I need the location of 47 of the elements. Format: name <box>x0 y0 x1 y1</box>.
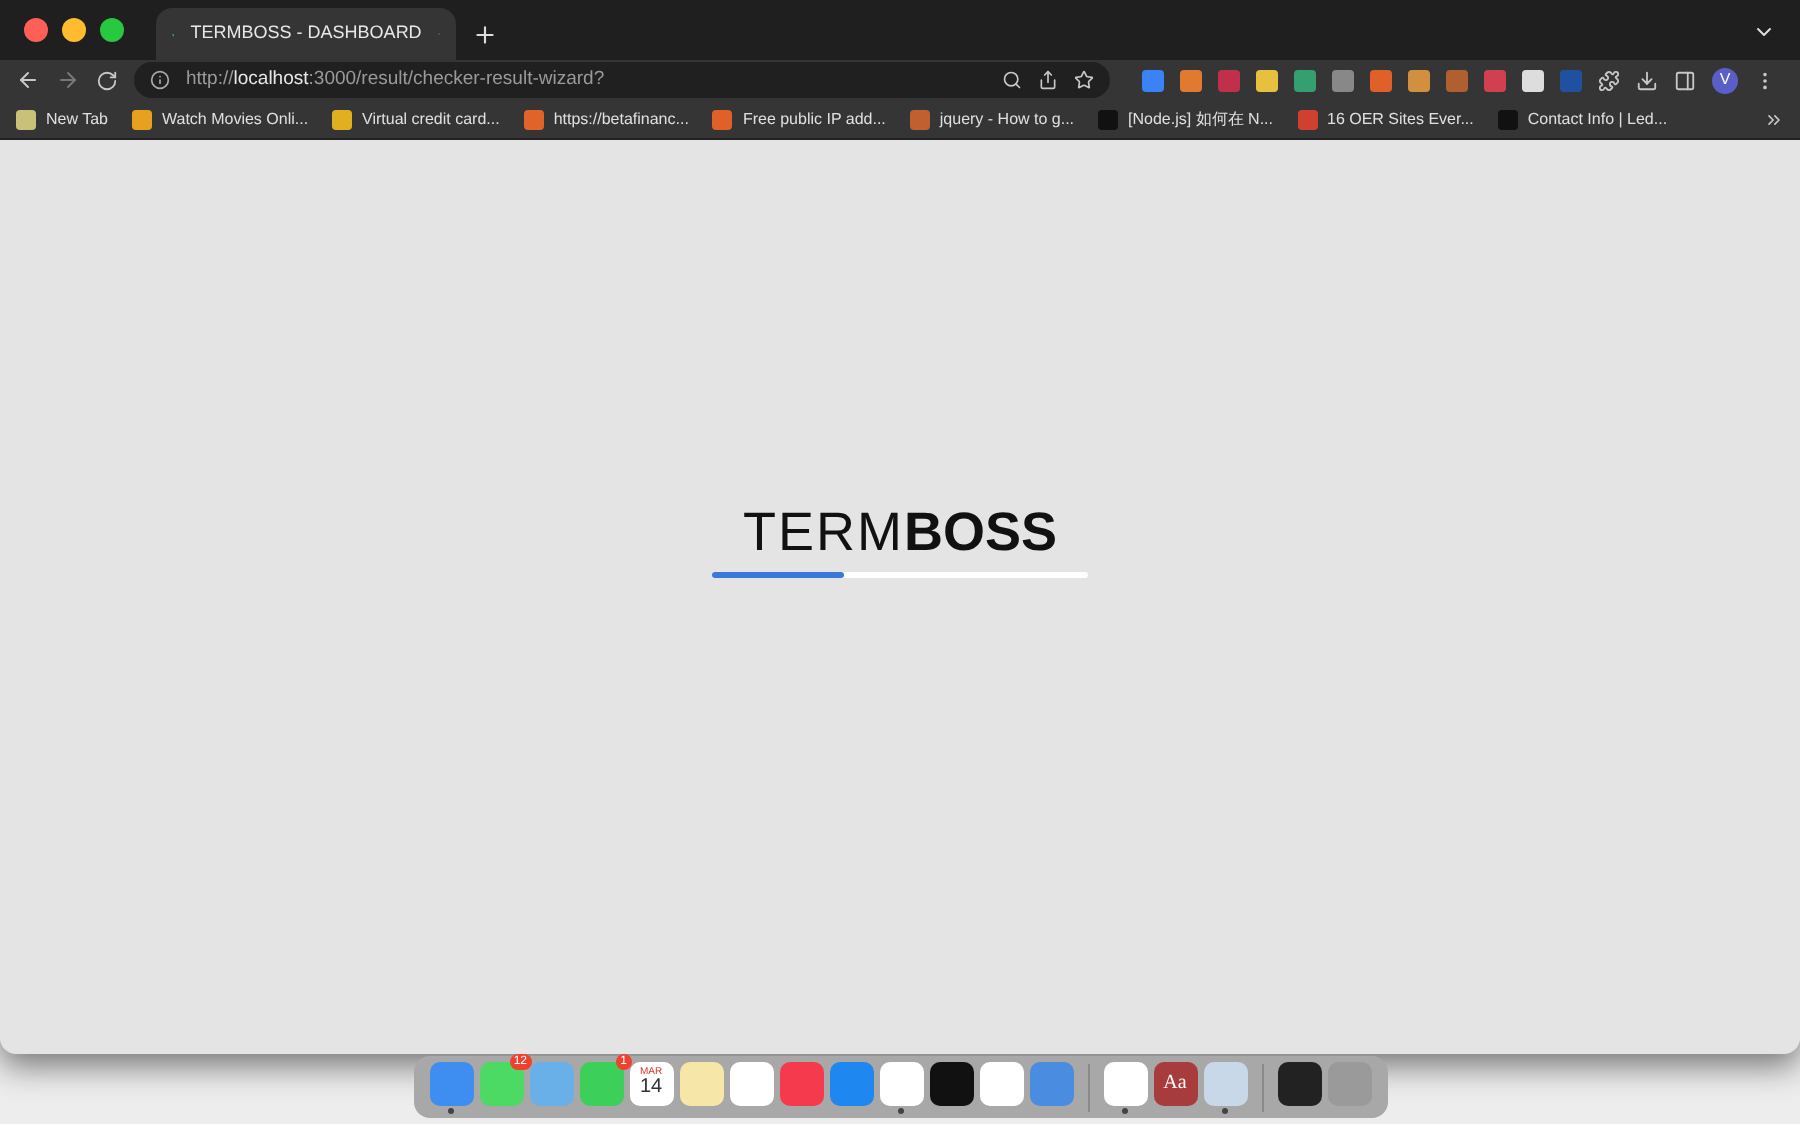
address-bar[interactable]: http://localhost:3000/result/checker-result-wizard? <box>134 62 1110 98</box>
logo-text: BOSS <box>903 505 1058 559</box>
more-bookmarks-icon[interactable] <box>1764 109 1784 129</box>
info-icon <box>150 70 170 90</box>
extension-icon[interactable] <box>1256 69 1278 91</box>
extension-icon[interactable] <box>1294 69 1316 91</box>
extension-icon[interactable] <box>1180 69 1202 91</box>
share-icon[interactable] <box>1038 70 1058 90</box>
bookmark[interactable]: Virtual credit card... <box>332 107 500 131</box>
extension-icon[interactable] <box>1408 69 1430 91</box>
bookmark[interactable]: Free public IP add... <box>712 107 886 131</box>
bookmark-label: Virtual credit card... <box>362 107 500 131</box>
calendar-day: 14 <box>639 1078 663 1098</box>
bookmark-label: Watch Movies Onli... <box>161 107 309 131</box>
tab-title: TERMBOSS - DASHBOARD <box>190 20 422 47</box>
browser-tab[interactable]: TERMBOSS - DASHBOARD <box>156 8 456 60</box>
bookmark-label: jquery - How to g... <box>939 107 1075 131</box>
back-icon[interactable] <box>16 68 40 92</box>
extension-icon[interactable] <box>1522 69 1544 91</box>
star-icon[interactable] <box>1074 70 1094 90</box>
profile-avatar[interactable]: V <box>1712 67 1738 93</box>
bookmark[interactable]: 16 OER Sites Ever... <box>1297 107 1474 131</box>
logo-text: TERM <box>742 505 904 559</box>
download-icon[interactable] <box>1636 69 1658 91</box>
new-tab-icon[interactable] <box>472 22 498 48</box>
bookmark[interactable]: https://betafinanc... <box>523 107 689 131</box>
bookmark-label: 16 OER Sites Ever... <box>1327 107 1474 131</box>
bookmark-label: [Node.js] 如何在 N... <box>1128 107 1273 131</box>
app-icon[interactable] <box>929 1061 973 1105</box>
search-icon[interactable] <box>1002 70 1022 90</box>
reload-icon[interactable] <box>96 69 118 91</box>
bookmark-label: Free public IP add... <box>742 107 886 131</box>
bookmark-label: https://betafinanc... <box>553 107 689 131</box>
bookmark[interactable]: [Node.js] 如何在 N... <box>1098 107 1273 131</box>
bookmark[interactable]: Contact Info | Led... <box>1497 107 1668 131</box>
side-panel-icon[interactable] <box>1674 69 1696 91</box>
bookmark-label: New Tab <box>46 107 108 131</box>
app-label: Aa <box>1163 1070 1187 1098</box>
bookmark[interactable]: Watch Movies Onli... <box>131 107 309 131</box>
forward-icon[interactable] <box>56 68 80 92</box>
app-icon[interactable] <box>1277 1061 1321 1105</box>
app-icon[interactable]: Aa <box>1153 1061 1197 1105</box>
url-text: http://localhost:3000/result/checker-result-wizard? <box>186 65 607 94</box>
bookmark[interactable]: New Tab <box>16 107 108 131</box>
extensions-icon[interactable] <box>1598 69 1620 91</box>
bookmark-label: Contact Info | Led... <box>1527 107 1668 131</box>
bookmark[interactable]: jquery - How to g... <box>909 107 1075 131</box>
